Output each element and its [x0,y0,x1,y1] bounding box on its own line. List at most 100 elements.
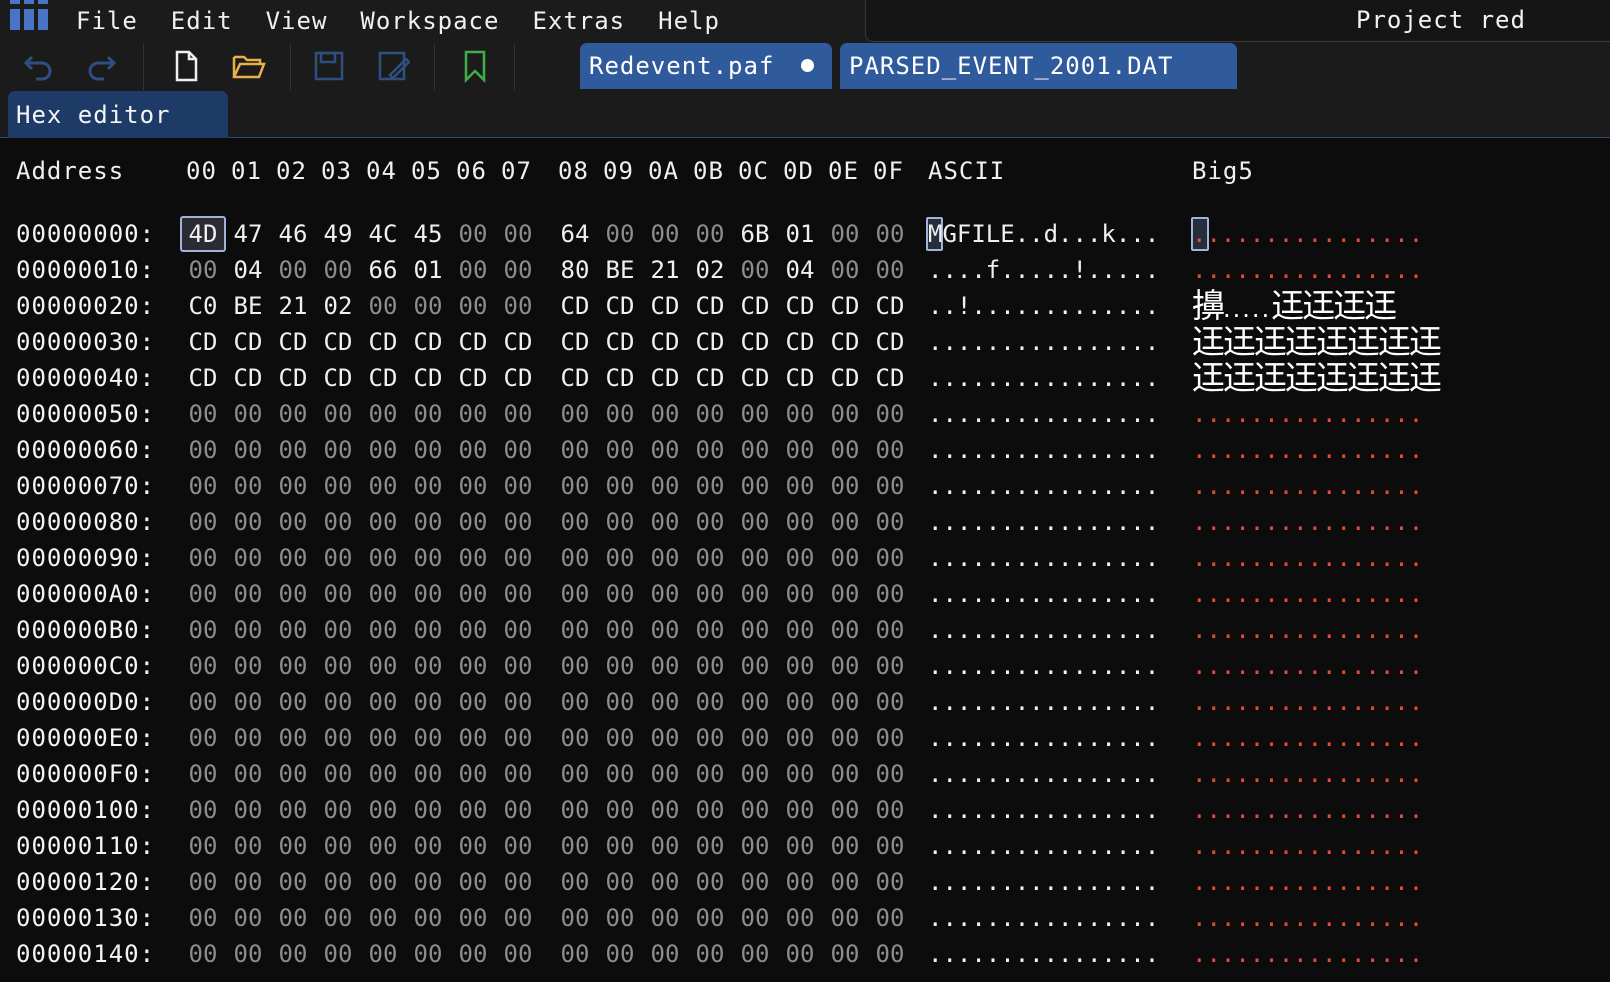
ascii-text[interactable]: ..!............. [928,288,1159,324]
hex-byte[interactable]: CD [693,324,727,360]
ascii-text[interactable]: ................ [928,540,1159,576]
hex-byte[interactable]: 00 [873,540,907,576]
hex-byte[interactable]: CD [603,360,637,396]
hex-byte[interactable]: 00 [603,612,637,648]
hex-byte[interactable]: CD [456,360,490,396]
hex-byte[interactable]: CD [738,324,772,360]
hex-byte[interactable]: 00 [783,864,817,900]
hex-byte[interactable]: CD [738,360,772,396]
menu-edit[interactable]: Edit [171,4,233,38]
hex-byte[interactable]: 00 [693,504,727,540]
hex-byte[interactable]: 00 [783,432,817,468]
hex-byte[interactable]: 00 [648,828,682,864]
hex-byte[interactable]: 00 [828,612,862,648]
hex-byte[interactable]: CD [603,288,637,324]
hex-byte[interactable]: CD [693,360,727,396]
hex-editor-view[interactable]: Address 00 01 02 03 04 05 06 07 08 09 0A 0B 0C 0D 0E 0F… [0,139,1610,982]
hex-byte[interactable]: 00 [648,540,682,576]
hex-byte[interactable]: 00 [366,900,400,936]
undo-button[interactable] [18,44,60,88]
hex-byte[interactable]: 00 [558,432,592,468]
tab-parsed-event-dat[interactable]: PARSED_EVENT_2001.DAT [840,43,1237,89]
hex-byte[interactable]: 00 [738,864,772,900]
hex-byte[interactable]: 00 [276,252,310,288]
hex-byte[interactable]: 00 [231,792,265,828]
hex-byte[interactable]: CD [603,324,637,360]
hex-byte[interactable]: 00 [693,936,727,972]
hex-byte[interactable]: 00 [186,396,220,432]
hex-byte[interactable]: 00 [501,720,535,756]
hex-byte[interactable]: 00 [501,468,535,504]
big5-text[interactable]: ................ [1192,612,1423,648]
hex-byte[interactable]: 00 [873,612,907,648]
hex-byte[interactable]: 00 [411,468,445,504]
hex-byte[interactable]: CD [321,324,355,360]
hex-byte[interactable]: 00 [231,576,265,612]
hex-byte[interactable]: 00 [456,864,490,900]
hex-byte[interactable]: 00 [411,540,445,576]
hex-byte[interactable]: 00 [411,396,445,432]
hex-byte[interactable]: 00 [321,396,355,432]
hex-byte[interactable]: 00 [648,756,682,792]
hex-byte[interactable]: 00 [603,684,637,720]
hex-byte[interactable]: 00 [186,684,220,720]
hex-byte[interactable]: 00 [366,864,400,900]
hex-byte[interactable]: 00 [828,720,862,756]
tab-redevent-paf[interactable]: Redevent.paf [580,43,832,89]
hex-byte[interactable]: CD [828,288,862,324]
menu-extras[interactable]: Extras [532,4,625,38]
hex-byte[interactable]: 00 [693,900,727,936]
hex-byte[interactable]: 00 [411,828,445,864]
hex-byte[interactable]: 00 [738,720,772,756]
hex-byte[interactable]: CD [558,360,592,396]
hex-byte[interactable]: 00 [783,756,817,792]
hex-byte[interactable]: 00 [603,504,637,540]
hex-byte[interactable]: CD [411,324,445,360]
hex-byte[interactable]: 00 [456,720,490,756]
hex-byte[interactable]: 00 [603,432,637,468]
open-file-button[interactable] [228,44,270,88]
hex-byte[interactable]: 00 [231,756,265,792]
hex-byte[interactable]: 00 [558,612,592,648]
hex-byte[interactable]: 00 [783,900,817,936]
hex-byte[interactable]: CD [783,288,817,324]
hex-byte[interactable]: 00 [828,396,862,432]
hex-byte[interactable]: 00 [873,792,907,828]
hex-byte[interactable]: 00 [276,612,310,648]
hex-byte[interactable]: 00 [321,756,355,792]
hex-byte[interactable]: 00 [603,756,637,792]
hex-byte[interactable]: 00 [231,684,265,720]
hex-byte[interactable]: 00 [828,468,862,504]
hex-byte[interactable]: 00 [648,612,682,648]
hex-byte[interactable]: 00 [693,792,727,828]
hex-byte[interactable]: 00 [231,612,265,648]
hex-byte[interactable]: 00 [783,828,817,864]
hex-byte[interactable]: 00 [366,720,400,756]
hex-byte[interactable]: 00 [693,432,727,468]
ascii-text[interactable]: ................ [928,684,1159,720]
hex-byte[interactable]: 00 [231,936,265,972]
hex-byte[interactable]: 00 [693,468,727,504]
hex-byte[interactable]: 00 [693,396,727,432]
hex-byte[interactable]: CD [648,360,682,396]
hex-byte[interactable]: 00 [321,900,355,936]
hex-byte[interactable]: 00 [501,756,535,792]
ascii-text[interactable]: ................ [928,828,1159,864]
hex-byte[interactable]: 00 [456,504,490,540]
menu-workspace[interactable]: Workspace [360,4,499,38]
hex-byte[interactable]: CD [231,360,265,396]
hex-byte[interactable]: 00 [648,684,682,720]
hex-byte[interactable]: CD [366,360,400,396]
hex-byte[interactable]: 00 [411,648,445,684]
hex-byte[interactable]: 00 [456,900,490,936]
hex-byte[interactable]: 00 [501,648,535,684]
hex-byte[interactable]: CD [828,324,862,360]
hex-byte[interactable]: 00 [648,504,682,540]
hex-byte[interactable]: 00 [366,828,400,864]
hex-byte[interactable]: 00 [873,504,907,540]
hex-byte[interactable]: 00 [501,252,535,288]
hex-byte[interactable]: 00 [231,468,265,504]
project-selector[interactable]: Project red [865,0,1610,42]
hex-byte[interactable]: 00 [558,792,592,828]
hex-byte[interactable]: 00 [873,864,907,900]
